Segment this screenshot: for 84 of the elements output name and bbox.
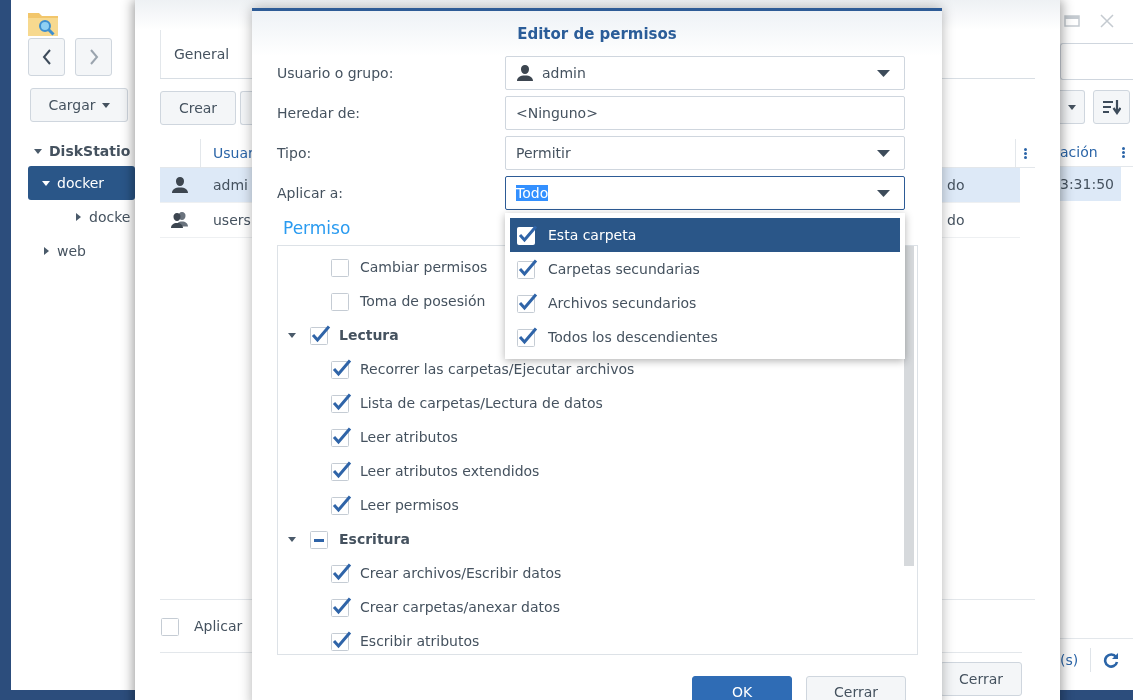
checkbox[interactable]	[330, 596, 352, 618]
column-menu-icon[interactable]	[1122, 146, 1125, 158]
caret-right-icon[interactable]	[74, 213, 82, 221]
checkbox[interactable]	[330, 460, 352, 482]
permission-label: Crear carpetas/anexar datos	[360, 599, 560, 615]
checkbox[interactable]	[309, 528, 331, 550]
permission-label: Leer permisos	[360, 497, 459, 513]
folder-search-icon	[28, 10, 58, 36]
close-button[interactable]: Cerrar	[940, 662, 1022, 696]
checkbox[interactable]	[516, 258, 538, 280]
checkbox[interactable]	[516, 224, 538, 246]
table-cell: users	[213, 212, 251, 228]
permission-label: Leer atributos	[360, 429, 458, 445]
checkbox[interactable]	[516, 292, 538, 314]
dropdown-caret-icon[interactable]	[877, 69, 890, 77]
checkbox[interactable]	[330, 562, 352, 584]
ok-button[interactable]: OK	[692, 676, 792, 700]
permission-group-label: Escritura	[339, 531, 410, 547]
caret-down-icon[interactable]	[288, 535, 296, 543]
caret-down-icon[interactable]	[42, 179, 50, 187]
close-button[interactable]: Cerrar	[806, 676, 906, 700]
caret-right-icon[interactable]	[42, 247, 50, 255]
field-label: Heredar de:	[277, 105, 362, 121]
dialog-title: Editor de permisos	[517, 24, 677, 43]
checkbox[interactable]	[330, 426, 352, 448]
table-cell: do	[947, 212, 965, 228]
permission-group-label: Lectura	[339, 327, 399, 343]
permission-label: Toma de posesión	[360, 293, 486, 309]
chevron-right-icon	[88, 49, 99, 65]
menu-item[interactable]: Carpetas secundarias	[510, 252, 900, 286]
back-button[interactable]	[28, 38, 65, 76]
sort-icon	[1102, 99, 1121, 115]
create-button[interactable]: Crear	[160, 91, 236, 125]
table-cell: admi	[213, 177, 248, 193]
dropdown-caret-icon[interactable]	[877, 189, 890, 197]
dropdown-field[interactable]: admin	[505, 56, 905, 90]
refresh-icon[interactable]	[1103, 652, 1120, 668]
scrollbar[interactable]	[904, 246, 914, 566]
group-icon	[170, 211, 190, 229]
caret-down-icon[interactable]	[288, 331, 296, 339]
permission-label: Recorrer las carpetas/Ejecutar archivos	[360, 361, 635, 377]
field-label: Usuario o grupo:	[277, 65, 395, 81]
input-field[interactable]: <Ninguno>	[505, 96, 905, 130]
checkbox[interactable]	[309, 324, 331, 346]
field-label: Tipo:	[277, 145, 313, 161]
tree-item[interactable]: docker	[28, 166, 135, 200]
checkbox[interactable]	[330, 256, 352, 278]
checkbox[interactable]	[330, 392, 352, 414]
permission-label: Cambiar permisos	[360, 259, 488, 275]
checkbox[interactable]	[160, 615, 182, 637]
checkbox[interactable]	[330, 494, 352, 516]
permission-label: Escribir atributos	[360, 633, 480, 649]
chevron-left-icon	[41, 49, 52, 65]
permission-label: Lista de carpetas/Lectura de datos	[360, 395, 603, 411]
sort-button[interactable]	[1093, 90, 1130, 124]
caret-down-icon[interactable]	[34, 147, 42, 155]
field-label: Aplicar a:	[277, 185, 345, 201]
caret-down-icon	[1068, 104, 1076, 110]
permission-label: Leer atributos extendidos	[360, 463, 540, 479]
table-row[interactable]: 3:31:50	[1060, 167, 1121, 201]
checkbox-label: Aplicar	[194, 618, 243, 634]
checkbox[interactable]	[330, 290, 352, 312]
tree-item[interactable]: web	[28, 234, 135, 268]
item-count: (s)	[1060, 652, 1079, 668]
checkbox[interactable]	[330, 358, 352, 380]
caret-down-icon	[101, 102, 110, 108]
checkbox[interactable]	[330, 630, 352, 652]
section-heading: Permiso	[283, 217, 351, 238]
dropdown-button[interactable]	[1060, 90, 1085, 124]
upload-button[interactable]: Cargar	[30, 88, 128, 122]
tree-item[interactable]: DiskStatio	[28, 136, 135, 166]
user-icon	[171, 176, 189, 194]
column-menu-icon[interactable]	[1024, 147, 1027, 159]
column-header[interactable]: ación	[1060, 144, 1098, 160]
checkbox[interactable]	[516, 326, 538, 348]
menu-item[interactable]: Archivos secundarios	[510, 286, 900, 320]
table-cell: do	[947, 177, 965, 193]
menu-item[interactable]: Esta carpeta	[510, 218, 900, 252]
permission-label: Crear archivos/Escribir datos	[360, 565, 562, 581]
menu-item[interactable]: Todos los descendientes	[510, 320, 900, 354]
user-icon	[516, 64, 534, 82]
tree-item[interactable]: docke	[28, 200, 135, 234]
dropdown-caret-icon[interactable]	[877, 149, 890, 157]
dropdown-field[interactable]: Permitir	[505, 136, 905, 170]
